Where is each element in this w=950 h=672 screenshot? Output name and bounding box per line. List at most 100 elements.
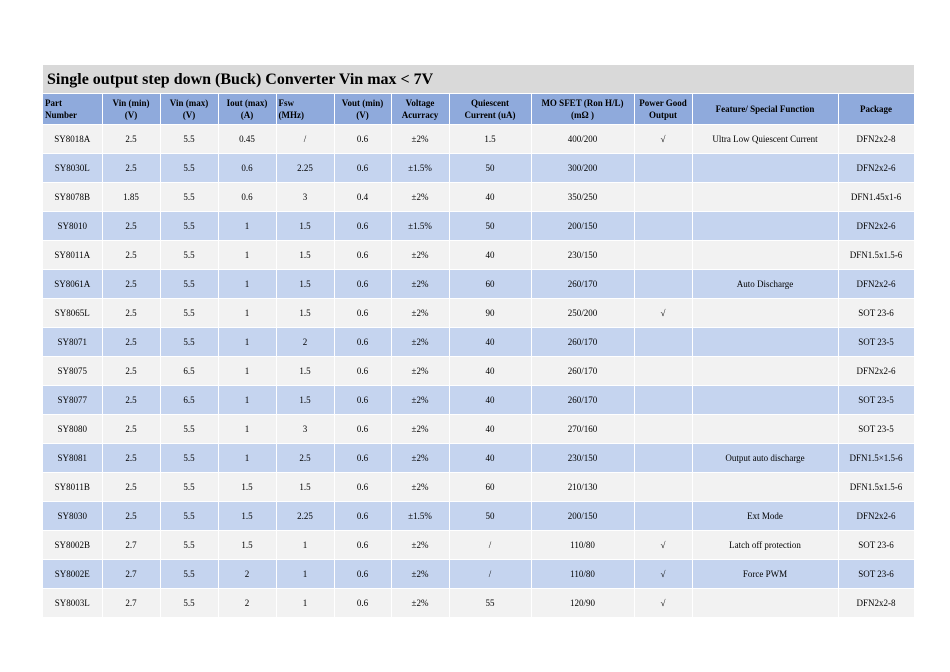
cell-package: DFN1.5x1.5-6 bbox=[838, 240, 915, 270]
cell-part-number: SY8002E bbox=[43, 559, 103, 589]
cell-iout-max: 0.6 bbox=[218, 182, 277, 212]
cell-feature bbox=[692, 327, 839, 357]
cell-part-number: SY8077 bbox=[43, 385, 103, 415]
cell-package: DFN2x2-8 bbox=[838, 124, 915, 154]
cell-quiescent-current: / bbox=[449, 559, 532, 589]
cell-vin-min: 2.7 bbox=[102, 559, 161, 589]
table-row: SY8018A 2.5 5.5 0.45/0.6 ±2% 1.5 400/200 √ Ultra… bbox=[43, 124, 915, 154]
cell-feature: Ultra Low Quiescent Current bbox=[692, 124, 839, 154]
column-header-line: Output bbox=[648, 110, 677, 120]
cell-feature: Force PWM bbox=[692, 559, 839, 589]
column-header-line: Quiescent bbox=[471, 98, 509, 108]
column-header-quiescent-current: Quiescent Current (uA) bbox=[449, 94, 532, 125]
cell-package: SOT 23-6 bbox=[838, 530, 915, 560]
cell-voltage-accuracy: ±2% bbox=[391, 472, 450, 502]
cell-feature: Latch off protection bbox=[692, 530, 839, 560]
cell-power-good bbox=[634, 327, 693, 357]
cell-vin-min: 2.5 bbox=[102, 443, 161, 473]
cell-feature bbox=[692, 385, 839, 415]
cell-vin-max: 5.5 bbox=[160, 327, 219, 357]
cell-vout-min: 0.6 bbox=[334, 501, 392, 531]
cell-vin-max: 5.5 bbox=[160, 530, 219, 560]
column-header-line: (MHz) bbox=[278, 110, 304, 120]
cell-fsw: 1 bbox=[276, 530, 335, 560]
cell-voltage-accuracy: ±2% bbox=[391, 443, 450, 473]
cell-part-number: SY8002B bbox=[43, 530, 103, 560]
cell-iout-max: 1 bbox=[218, 269, 277, 299]
column-header-iout-max: Iout (max) (A) bbox=[218, 94, 277, 125]
cell-fsw: 2 bbox=[276, 327, 335, 357]
cell-vin-max: 5.5 bbox=[160, 211, 219, 241]
column-header-line: (V) bbox=[124, 110, 138, 120]
column-header-line: Package bbox=[860, 104, 892, 114]
cell-quiescent-current: 60 bbox=[449, 269, 532, 299]
cell-fsw: 2.5 bbox=[276, 443, 335, 473]
cell-mosfet-ron: 300/200 bbox=[531, 153, 635, 183]
cell-iout-max: 2 bbox=[218, 559, 277, 589]
cell-power-good bbox=[634, 443, 693, 473]
cell-vout-min: 0.4 bbox=[334, 182, 392, 212]
cell-vout-min: 0.6 bbox=[334, 385, 392, 415]
cell-iout-max: 1 bbox=[218, 211, 277, 241]
cell-feature: Ext Mode bbox=[692, 501, 839, 531]
cell-feature bbox=[692, 414, 839, 444]
cell-vin-min: 2.5 bbox=[102, 124, 161, 154]
cell-feature: Auto Discharge bbox=[692, 269, 839, 299]
cell-vout-min: 0.6 bbox=[334, 211, 392, 241]
column-header-line: Part bbox=[45, 98, 62, 108]
cell-feature bbox=[692, 182, 839, 212]
cell-fsw: 1.5 bbox=[276, 269, 335, 299]
table-row: SY8011A 2.5 5.5 1 1.5 0.6 ±2% 40 230/150 DFN1.5x1… bbox=[43, 240, 915, 270]
cell-vin-max: 5.5 bbox=[160, 240, 219, 270]
cell-power-good bbox=[634, 385, 693, 415]
cell-mosfet-ron: 260/170 bbox=[531, 327, 635, 357]
cell-package: DFN2x2-6 bbox=[838, 211, 915, 241]
table-row: SY8002B 2.7 5.5 1.5 1 0.6 ±2%/110/80 √ Latch off… bbox=[43, 530, 915, 560]
cell-fsw: 3 bbox=[276, 182, 335, 212]
cell-iout-max: 1 bbox=[218, 385, 277, 415]
cell-voltage-accuracy: ±2% bbox=[391, 269, 450, 299]
cell-mosfet-ron: 400/200 bbox=[531, 124, 635, 154]
cell-voltage-accuracy: ±2% bbox=[391, 327, 450, 357]
cell-package: SOT 23-5 bbox=[838, 385, 915, 415]
cell-iout-max: 1.5 bbox=[218, 472, 277, 502]
cell-power-good bbox=[634, 414, 693, 444]
cell-mosfet-ron: 230/150 bbox=[531, 240, 635, 270]
column-header-voltage-accuracy: Voltage Acurracy bbox=[391, 94, 450, 125]
cell-voltage-accuracy: ±2% bbox=[391, 182, 450, 212]
table-row: SY8080 2.5 5.5 1 3 0.6 ±2% 40 270/160 SOT 23-5 bbox=[43, 414, 915, 444]
cell-vin-max: 5.5 bbox=[160, 182, 219, 212]
cell-package: SOT 23-6 bbox=[838, 298, 915, 328]
cell-fsw: 3 bbox=[276, 414, 335, 444]
column-header-line: MO SFET (Ron H/L) bbox=[541, 98, 624, 108]
cell-package: DFN1.45x1-6 bbox=[838, 182, 915, 212]
cell-vout-min: 0.6 bbox=[334, 269, 392, 299]
cell-vin-min: 2.7 bbox=[102, 588, 161, 618]
table-row: SY8075 2.5 6.5 1 1.5 0.6 ±2% 40 260/170 DFN2x2-6 bbox=[43, 356, 915, 386]
cell-power-good bbox=[634, 472, 693, 502]
cell-mosfet-ron: 120/90 bbox=[531, 588, 635, 618]
cell-fsw: / bbox=[276, 124, 335, 154]
cell-package: DFN2x2-6 bbox=[838, 153, 915, 183]
cell-vout-min: 0.6 bbox=[334, 472, 392, 502]
cell-part-number: SY8081 bbox=[43, 443, 103, 473]
cell-feature bbox=[692, 588, 839, 618]
cell-power-good: √ bbox=[634, 530, 693, 560]
cell-vin-min: 2.5 bbox=[102, 211, 161, 241]
column-header-part-number: Part Number bbox=[43, 94, 103, 125]
cell-package: DFN2x2-6 bbox=[838, 269, 915, 299]
cell-quiescent-current: 90 bbox=[449, 298, 532, 328]
cell-part-number: SY8018A bbox=[43, 124, 103, 154]
cell-part-number: SY8010 bbox=[43, 211, 103, 241]
cell-vin-min: 2.5 bbox=[102, 240, 161, 270]
cell-part-number: SY8061A bbox=[43, 269, 103, 299]
cell-mosfet-ron: 350/250 bbox=[531, 182, 635, 212]
cell-vin-max: 5.5 bbox=[160, 472, 219, 502]
cell-part-number: SY8065L bbox=[43, 298, 103, 328]
column-header-line: (mΩ ) bbox=[571, 110, 594, 120]
cell-fsw: 2.25 bbox=[276, 153, 335, 183]
cell-voltage-accuracy: ±1.5% bbox=[391, 501, 450, 531]
cell-quiescent-current: 40 bbox=[449, 443, 532, 473]
cell-mosfet-ron: 110/80 bbox=[531, 559, 635, 589]
cell-mosfet-ron: 200/150 bbox=[531, 211, 635, 241]
